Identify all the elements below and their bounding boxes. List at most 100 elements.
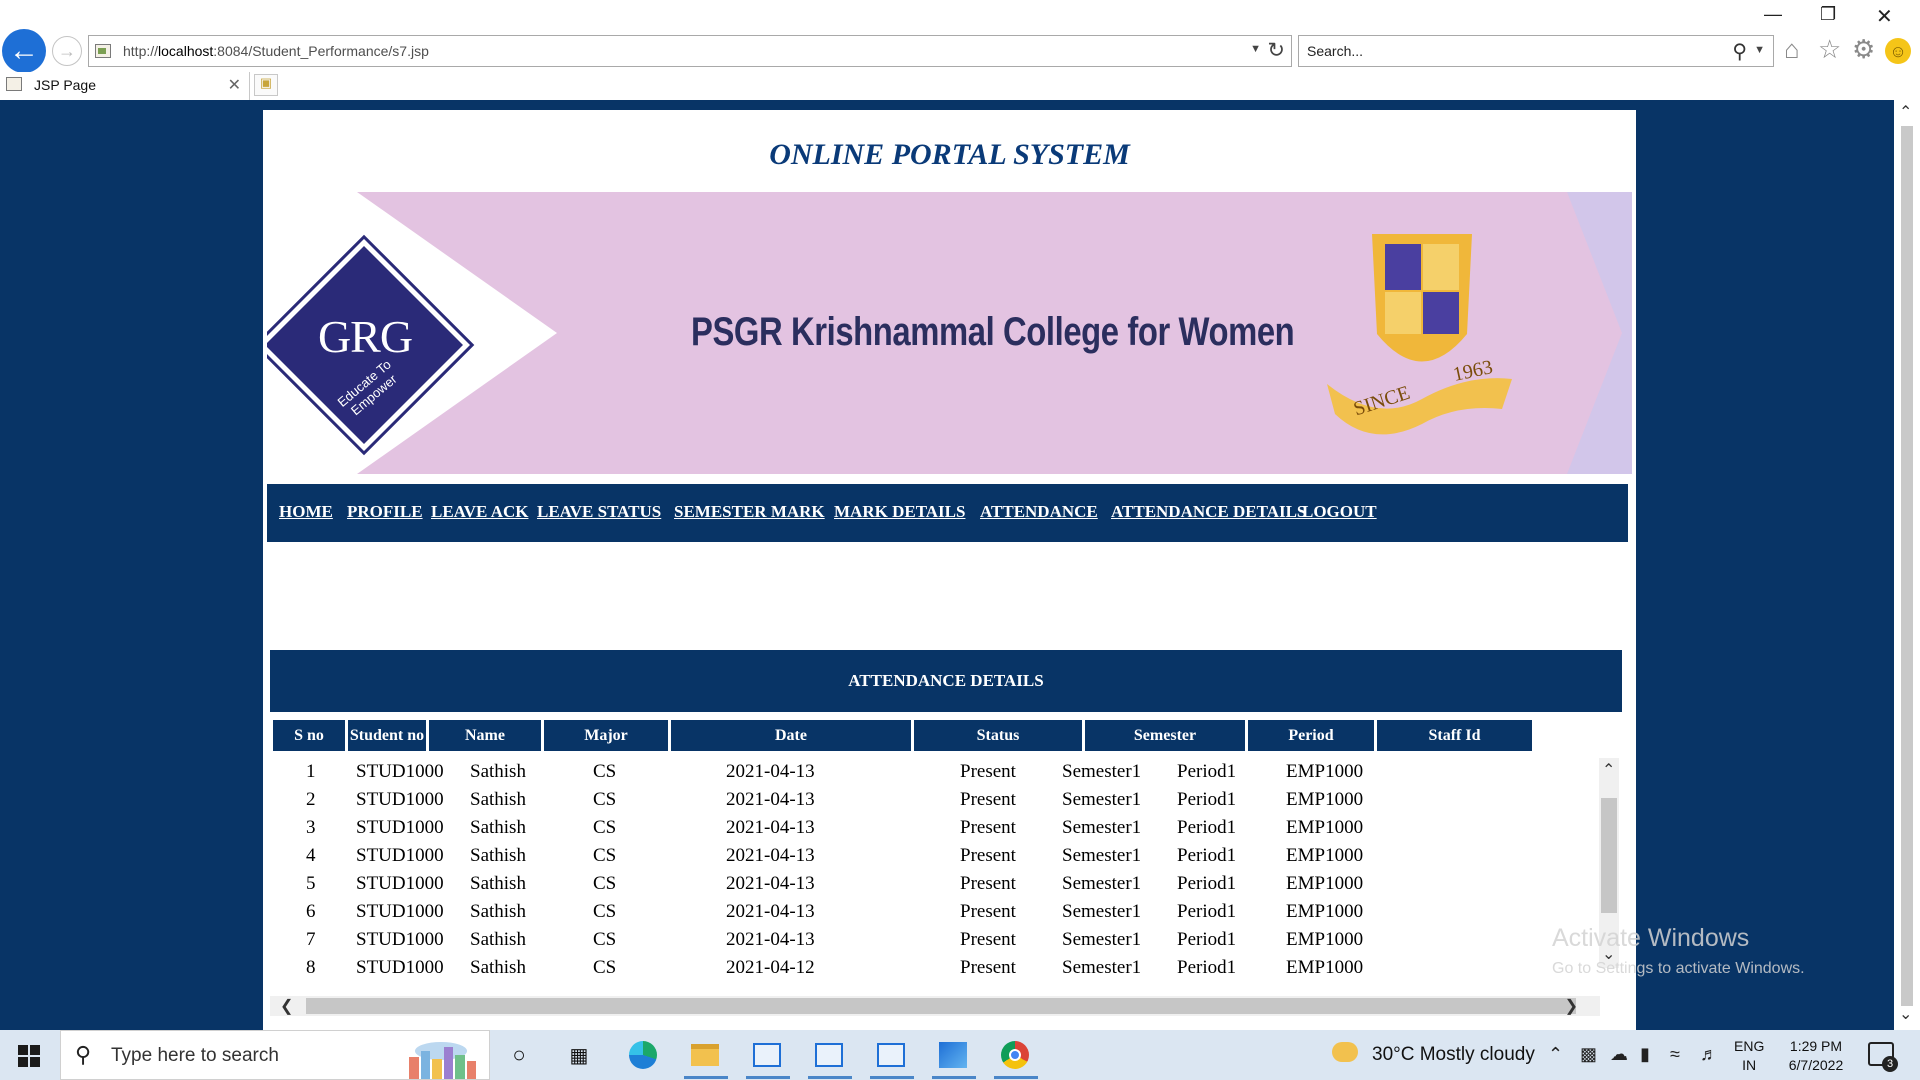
column-header: Semester [1085,720,1245,751]
address-bar[interactable]: http://localhost:8084/Student_Performanc… [88,35,1292,67]
nav-semester-mark[interactable]: SEMESTER MARK [674,502,825,522]
chevron-left-icon[interactable]: ❮ [280,996,293,1016]
cell-major: CS [593,901,617,922]
window-app-icon[interactable] [812,1038,846,1072]
language-code: ENG [1734,1038,1765,1054]
nav-mark-details[interactable]: MARK DETAILS [834,502,965,522]
cell-semester: Semester1 [1062,845,1142,866]
url-text[interactable]: http://localhost:8084/Student_Performanc… [123,43,429,59]
nav-profile[interactable]: PROFILE [347,502,423,522]
column-header: Staff Id [1377,720,1532,751]
photos-icon[interactable] [936,1038,970,1072]
cell-semester: Semester1 [1062,789,1142,810]
window-app-icon[interactable] [874,1038,908,1072]
nav-attendance[interactable]: ATTENDANCE [980,502,1098,522]
browser-search-input[interactable]: Search... ⚲ ▼ [1298,35,1774,67]
scrollbar-thumb[interactable] [306,998,1576,1014]
maximize-button[interactable]: ❐ [1820,4,1836,25]
cell-sno: 5 [306,873,316,894]
scrollbar-thumb[interactable] [1601,798,1617,913]
cell-sno: 1 [306,761,316,782]
nav-logout[interactable]: LOGOUT [1302,502,1377,522]
page-icon [95,44,111,58]
cell-period: Period1 [1177,845,1237,866]
volume-icon[interactable]: ♬ [1700,1044,1718,1065]
taskbar-search-input[interactable]: ⚲ Type here to search [60,1030,490,1080]
cell-date: 2021-04-13 [726,873,815,894]
cell-period: Period1 [1177,901,1237,922]
forward-button[interactable]: → [52,36,82,66]
page-vertical-scrollbar[interactable]: ⌃ ⌄ [1894,100,1920,1030]
file-explorer-icon[interactable] [688,1038,722,1072]
scrollbar-thumb[interactable] [1901,126,1913,1006]
back-button[interactable]: ← [2,29,46,73]
chevron-up-icon[interactable]: ⌃ [1602,760,1615,780]
tab-jsp-page[interactable]: JSP Page ✕ [0,72,250,100]
nav-home[interactable]: HOME [279,502,333,522]
chevron-up-icon[interactable]: ⌃ [1899,102,1912,122]
cell-name: Sathish [470,845,526,866]
nav-attendance-details[interactable]: ATTENDANCE DETAILS [1111,502,1306,522]
cell-major: CS [593,761,617,782]
activate-windows-title: Activate Windows [1552,924,1750,952]
chevron-up-icon[interactable]: ⌃ [1548,1044,1563,1065]
weather-text[interactable]: 30°C Mostly cloudy [1334,1044,1535,1066]
edge-icon[interactable] [626,1038,660,1072]
cortana-icon[interactable]: ○ [502,1038,536,1072]
refresh-icon[interactable]: ↻ [1267,38,1285,63]
cell-name: Sathish [470,929,526,950]
cell-major: CS [593,817,617,838]
gear-icon[interactable]: ⚙ [1852,36,1875,62]
chrome-icon[interactable] [998,1038,1032,1072]
clock[interactable]: 1:29 PM 6/7/2022 [1776,1037,1856,1075]
chevron-down-icon[interactable]: ▼ [1250,43,1261,55]
close-icon[interactable]: ✕ [228,75,241,95]
cell-semester: Semester1 [1062,873,1142,894]
cell-date: 2021-04-13 [726,929,815,950]
window-app-icon[interactable] [750,1038,784,1072]
cell-major: CS [593,873,617,894]
chevron-right-icon[interactable]: ❯ [1565,996,1578,1016]
cell-period: Period1 [1177,817,1237,838]
windows-logo-icon [30,1057,40,1067]
language-indicator[interactable]: ENG IN [1734,1037,1764,1075]
search-highlight-icon [409,1042,476,1079]
search-icon[interactable]: ⚲ [1732,39,1747,64]
nav-leave-status[interactable]: LEAVE STATUS [537,502,661,522]
app-running-indicator [808,1076,852,1079]
cell-staff-id: EMP1000 [1286,789,1364,810]
device-icon[interactable]: ▩ [1580,1044,1597,1065]
cell-date: 2021-04-12 [726,957,815,978]
cloud-icon[interactable]: ☁ [1610,1044,1628,1065]
nav-leave-ack[interactable]: LEAVE ACK [431,502,528,522]
cell-student-no: STUD1000 [356,873,444,894]
content-card: ONLINE PORTAL SYSTEM GRG Educate To Empo… [263,110,1636,1030]
table-row: 7 STUD1000 Sathish CS 2021-04-13 Present Semes… [270,926,1594,954]
table-row: 5 STUD1000 Sathish CS 2021-04-13 Present Semes… [270,870,1594,898]
chevron-down-icon[interactable]: ⌄ [1899,1004,1912,1024]
home-icon[interactable]: ⌂ [1784,36,1800,62]
page-viewport: ONLINE PORTAL SYSTEM GRG Educate To Empo… [0,100,1920,1030]
wifi-icon[interactable]: ≈ [1670,1044,1680,1065]
url-path: :8084/Student_Performance/s7.jsp [213,43,429,59]
cell-status: Present [960,929,1016,950]
windows-start-button[interactable] [18,1045,40,1067]
smiley-icon[interactable]: ☺ [1885,38,1911,64]
cell-name: Sathish [470,817,526,838]
table-row: 1 STUD1000 Sathish CS 2021-04-13 Present Semes… [270,758,1594,786]
table-horizontal-scrollbar[interactable]: ❮ ❯ [270,996,1600,1016]
chevron-down-icon[interactable]: ▼ [1754,44,1765,56]
new-tab-button[interactable]: ▣ [254,74,278,96]
cell-staff-id: EMP1000 [1286,929,1364,950]
cell-date: 2021-04-13 [726,789,815,810]
cell-date: 2021-04-13 [726,901,815,922]
college-banner: GRG Educate To Empower PSGR Krishnammal … [267,192,1632,474]
minimize-button[interactable]: — [1764,4,1782,25]
cell-sno: 2 [306,789,316,810]
search-icon: ⚲ [75,1042,92,1067]
battery-icon[interactable]: ▮ [1640,1044,1650,1065]
clock-date: 6/7/2022 [1788,1057,1844,1073]
task-view-icon[interactable]: ▦ [562,1038,596,1072]
cell-period: Period1 [1177,761,1237,782]
star-icon[interactable]: ☆ [1818,36,1841,62]
